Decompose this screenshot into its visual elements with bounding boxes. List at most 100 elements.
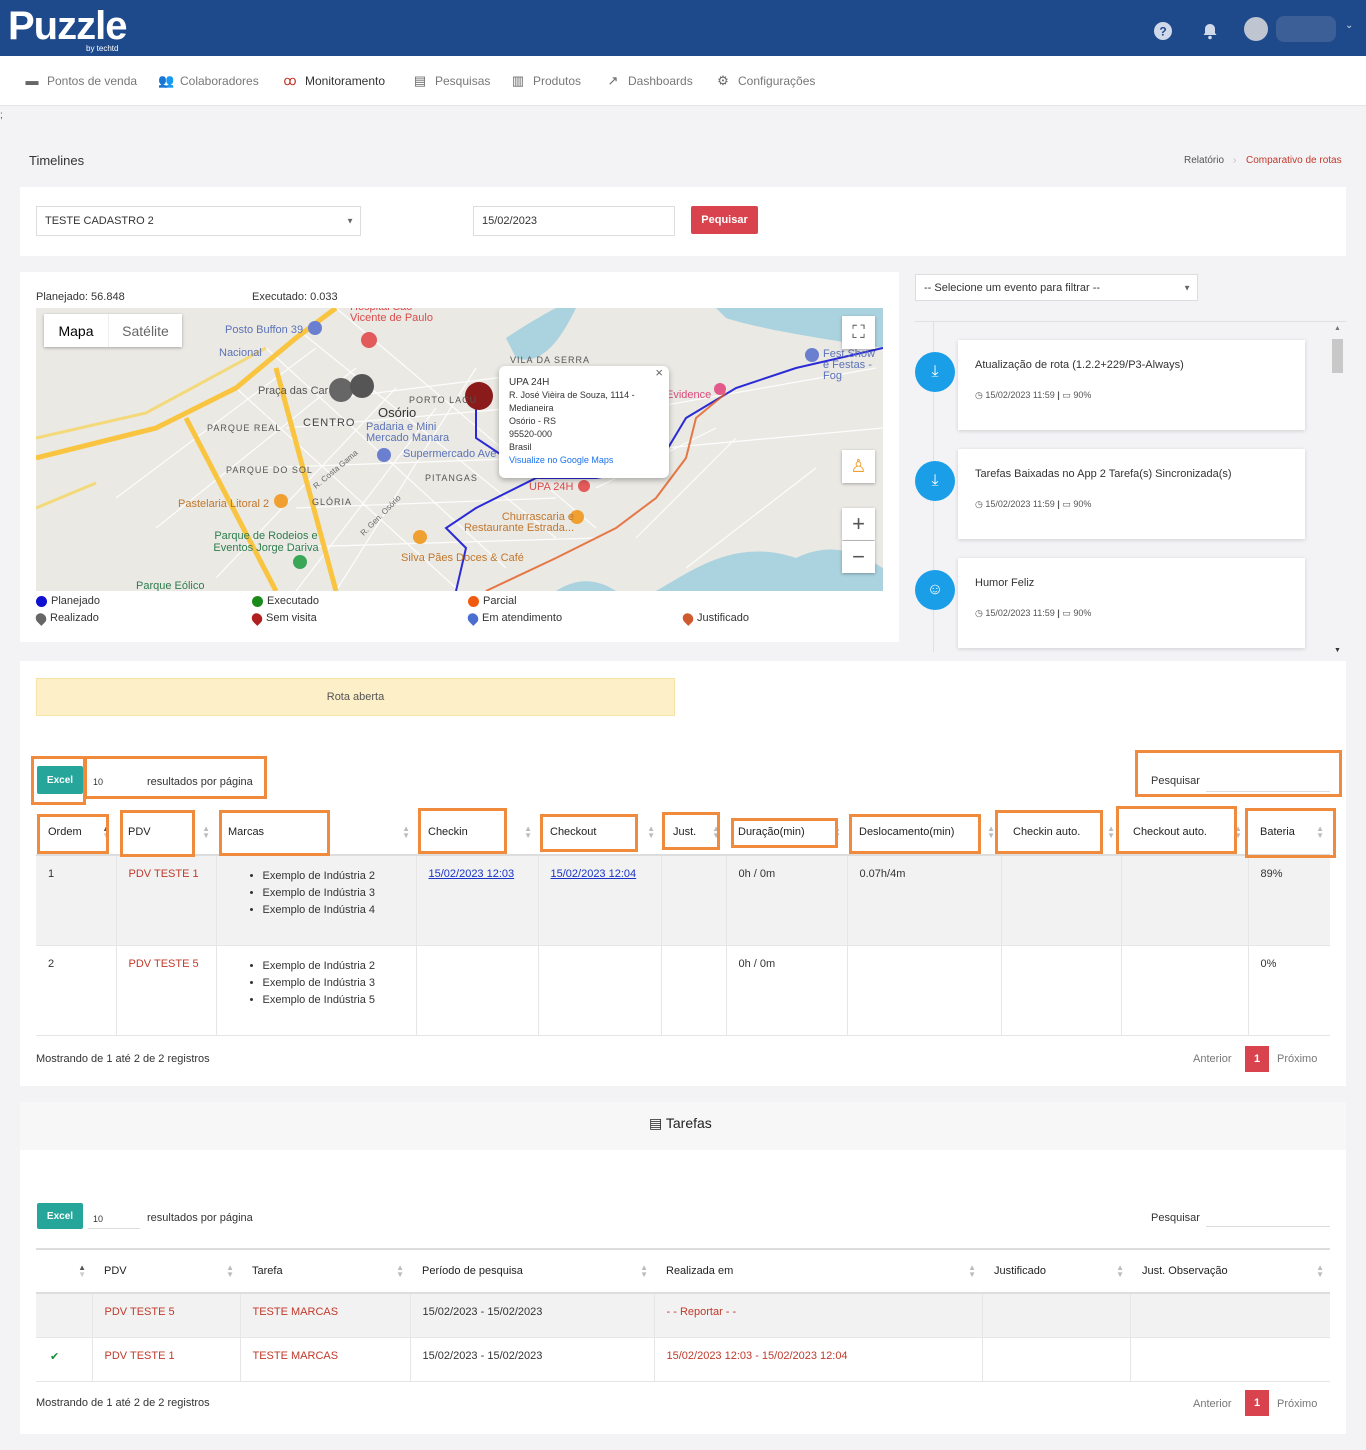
stray-text: ;	[0, 110, 3, 121]
cell-duracao: 0h / 0m	[726, 945, 848, 1036]
table-row: 2 PDV TESTE 5 Exemplo de Indústria 2Exem…	[36, 945, 1330, 1036]
col-header-tarefa[interactable]: Tarefa ▲ ▼	[240, 1249, 410, 1294]
highlight-box	[120, 810, 195, 857]
help-icon[interactable]: ?	[1154, 22, 1172, 40]
popup-close-icon[interactable]: ×	[655, 366, 663, 379]
highlight-box	[662, 812, 720, 850]
clock-icon: ◷	[975, 608, 983, 618]
pagination-next[interactable]: Próximo	[1277, 1398, 1317, 1410]
checkout-link[interactable]: 15/02/2023 12:04	[551, 868, 637, 880]
map-label: VILA DA SERRA	[510, 355, 591, 365]
map-tab-map[interactable]: Mapa	[44, 314, 108, 347]
col-header-observacao[interactable]: Just. Observação ▲ ▼	[1130, 1249, 1330, 1294]
map-label: PORTO LACU	[409, 395, 478, 405]
zoom-in-icon[interactable]: +	[842, 508, 875, 540]
cell-pdv[interactable]: PDV TESTE 1	[92, 1337, 241, 1382]
mask-icon: ☺	[915, 570, 955, 610]
user-avatar[interactable]	[1244, 17, 1268, 41]
map-label: Posto Buffon 39	[225, 324, 304, 336]
sort-icon: ▲ ▼	[202, 824, 210, 840]
timeline-title: Humor Feliz	[975, 577, 1035, 589]
map-label: Evidence	[666, 389, 712, 401]
timeline-meta: ◷ 15/02/2023 11:59 | ▭ 90%	[975, 608, 1092, 618]
puzzle-logo[interactable]: Puzzle by techtd	[8, 4, 127, 53]
cell-checkout	[538, 945, 662, 1036]
scroll-thumb[interactable]	[1332, 339, 1343, 373]
pagination-page[interactable]: 1	[1245, 1390, 1269, 1416]
executed-distance: Executado: 0.033	[252, 291, 338, 303]
cell-marcas: Exemplo de Indústria 2Exemplo de Indústr…	[216, 945, 417, 1036]
nav-produtos[interactable]: ▥ Produtos	[511, 74, 581, 88]
col-header-realizada[interactable]: Realizada em ▲ ▼	[654, 1249, 982, 1294]
search-input[interactable]	[1206, 1226, 1330, 1227]
cell-realizada[interactable]: 15/02/2023 12:03 - 15/02/2023 12:04	[654, 1337, 983, 1382]
fullscreen-icon[interactable]: ⛶	[842, 316, 875, 349]
blue-pin-icon	[465, 610, 481, 626]
cell-pdv[interactable]: PDV TESTE 1	[116, 855, 217, 946]
col-header-pdv[interactable]: PDV ▲ ▼	[92, 1249, 240, 1294]
pagination-prev[interactable]: Anterior	[1193, 1053, 1232, 1065]
search-button[interactable]: Pequisar	[691, 206, 758, 234]
col-header-justificado[interactable]: Justificado ▲ ▼	[982, 1249, 1130, 1294]
cell-periodo: 15/02/2023 - 15/02/2023	[410, 1293, 655, 1338]
tasks-table: ▲ ▼ PDV ▲ ▼ Tarefa ▲ ▼ Período de pesquisa ▲ ▼ …	[36, 1248, 1330, 1382]
nav-pontos-de-venda[interactable]: ▬ Pontos de venda	[25, 74, 138, 88]
sort-icon: ▲ ▼	[396, 1263, 404, 1279]
page-size-select[interactable]: 10	[93, 1214, 103, 1224]
zoom-out-icon[interactable]: −	[842, 541, 875, 573]
pagination-next[interactable]: Próximo	[1277, 1053, 1317, 1065]
col-header-status[interactable]: ▲ ▼	[36, 1249, 92, 1294]
date-input[interactable]: 15/02/2023	[473, 206, 675, 236]
map-label: Parque de Rodeios e Eventos Jorge Dariva	[213, 530, 319, 554]
cell-ordem: 1	[36, 855, 117, 946]
orange-pin-icon	[680, 610, 696, 626]
user-name-blurred[interactable]	[1276, 16, 1336, 42]
cell-pdv[interactable]: PDV TESTE 5	[116, 945, 217, 1036]
timeline-card[interactable]: Humor Feliz ◷ 15/02/2023 11:59 | ▭ 90%	[958, 558, 1305, 648]
timeline-card[interactable]: Tarefas Baixadas no App 2 Tarefa(s) Sinc…	[958, 449, 1305, 539]
pegman-icon[interactable]: ♙	[842, 450, 875, 483]
scroll-down-icon[interactable]: ▼	[1334, 647, 1341, 654]
highlight-box	[1135, 750, 1342, 797]
bell-icon[interactable]	[1201, 22, 1219, 40]
pagination-page[interactable]: 1	[1245, 1046, 1269, 1072]
sort-icon: ▲ ▼	[640, 1263, 648, 1279]
breadcrumb-separator: ›	[1233, 155, 1237, 166]
blue-dot-icon	[36, 595, 47, 607]
timeline-scrollbar[interactable]: ▲ ▼	[1331, 325, 1344, 658]
event-filter-select[interactable]: -- Selecione um evento para filtrar -- ▼	[915, 274, 1198, 301]
legend-planned: Planejado	[36, 595, 100, 607]
cell-pdv[interactable]: PDV TESTE 5	[92, 1293, 241, 1338]
map-tab-satellite[interactable]: Satélite	[108, 314, 182, 347]
cell-checkin-auto	[1001, 945, 1122, 1036]
table-row: ✔ PDV TESTE 1 TESTE MARCAS 15/02/2023 - …	[36, 1337, 1330, 1382]
chevron-down-icon[interactable]: ⌄	[1345, 20, 1353, 31]
col-header-periodo[interactable]: Período de pesquisa ▲ ▼	[410, 1249, 654, 1294]
breadcrumb-comparativo[interactable]: Comparativo de rotas	[1246, 155, 1342, 166]
timeline-card[interactable]: Atualização de rota (1.2.2+229/P3-Always…	[958, 340, 1305, 430]
legend-executed: Executado	[252, 595, 319, 607]
battery-icon: ▭	[1062, 608, 1071, 618]
route-map[interactable]: Posto Buffon 39 Nacional Praça das Car O…	[36, 308, 883, 591]
nav-colaboradores[interactable]: 👥 Colaboradores	[158, 74, 259, 88]
pagination-prev[interactable]: Anterior	[1193, 1398, 1232, 1410]
cell-checkin: 15/02/2023 12:03	[416, 855, 539, 946]
planned-distance: Planejado: 56.848	[36, 291, 125, 303]
checkin-link[interactable]: 15/02/2023 12:03	[429, 868, 515, 880]
google-maps-link[interactable]: Visualize no Google Maps	[509, 454, 659, 467]
sort-icon: ▲ ▼	[1316, 1263, 1324, 1279]
nav-pesquisas[interactable]: ▤ Pesquisas	[413, 74, 491, 88]
scroll-up-icon[interactable]: ▲	[1334, 325, 1341, 332]
cell-tarefa[interactable]: TESTE MARCAS	[240, 1293, 411, 1338]
collaborator-select[interactable]: TESTE CADASTRO 2 ▼	[36, 206, 361, 236]
brand-item: Exemplo de Indústria 2	[263, 958, 416, 975]
map-label: Padaria e Mini Mercado Manara	[366, 421, 450, 444]
nav-dashboards[interactable]: ↗ Dashboards	[606, 74, 693, 88]
cell-tarefa[interactable]: TESTE MARCAS	[240, 1337, 411, 1382]
sort-icon: ▲ ▼	[647, 824, 655, 840]
breadcrumb-relatorio[interactable]: Relatório	[1184, 155, 1224, 166]
excel-export-button[interactable]: Excel	[37, 1203, 83, 1229]
cell-realizada[interactable]: - - Reportar - -	[654, 1293, 983, 1338]
nav-configuracoes[interactable]: ⚙ Configurações	[716, 74, 815, 88]
nav-monitoramento[interactable]: ꝏ Monitoramento	[283, 74, 385, 88]
